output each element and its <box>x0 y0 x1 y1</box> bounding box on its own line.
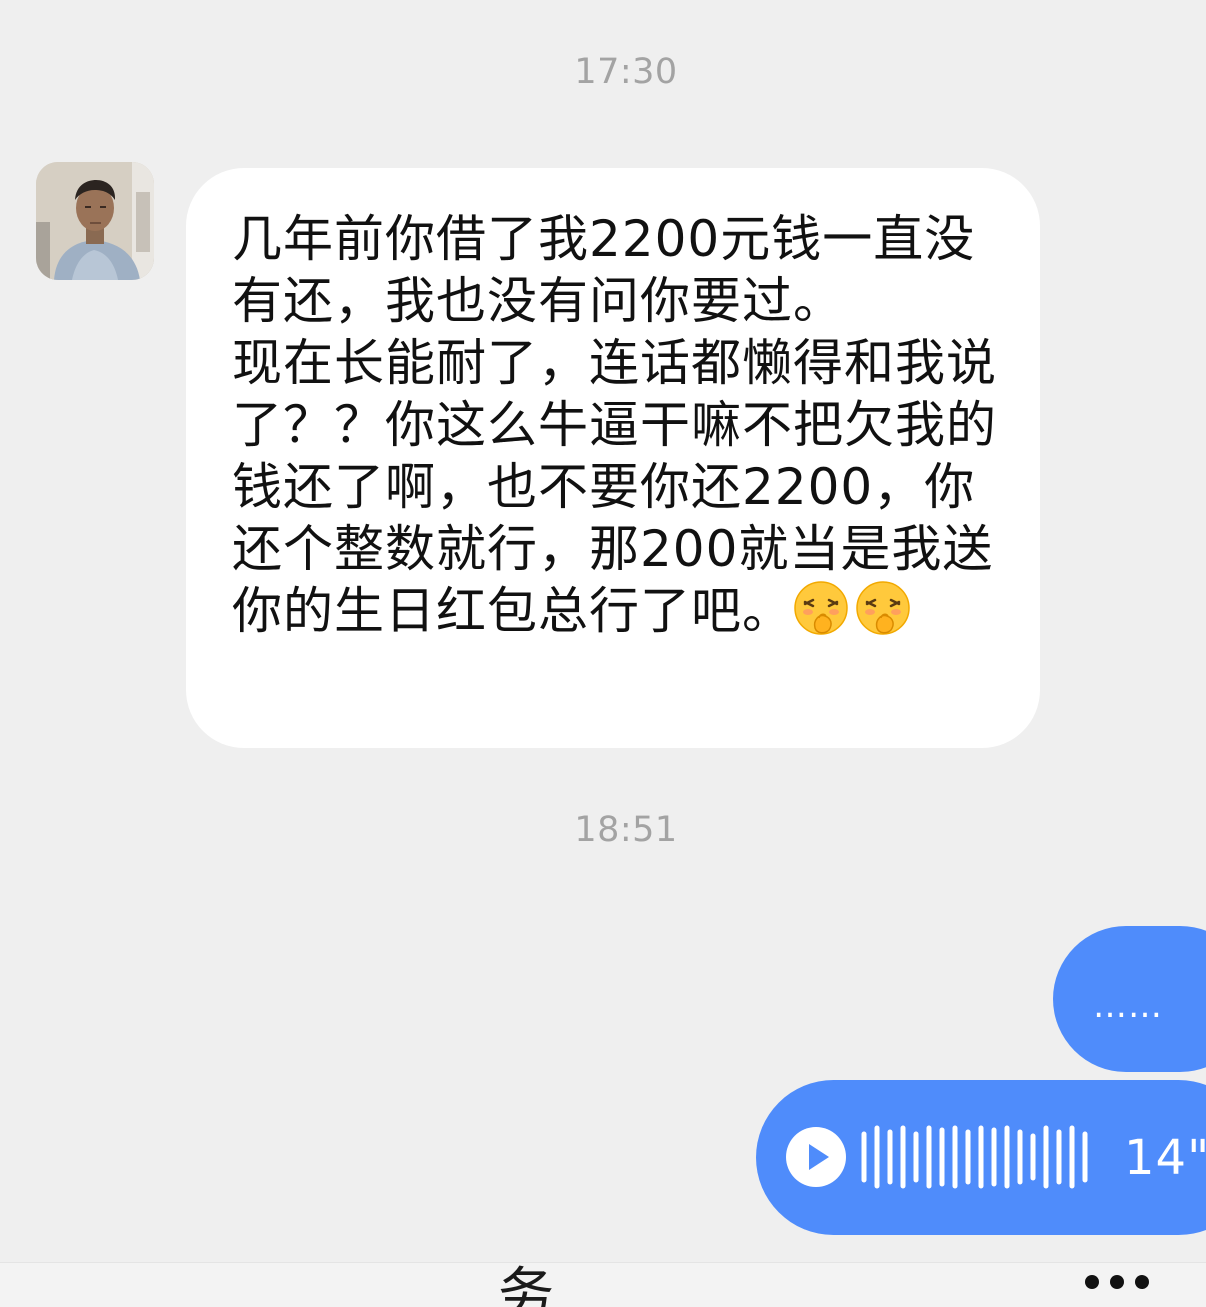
timestamp: 18:51 <box>574 810 678 850</box>
bottom-menu-bar: 务 <box>0 1262 1206 1307</box>
voice-message-bubble[interactable]: 14" <box>756 1080 1206 1235</box>
message-text: 几年前你借了我2200元钱一直没有还，我也没有问你要过。 现在长能耐了，连话都懒… <box>232 210 997 640</box>
voice-duration: 14" <box>1124 1130 1206 1186</box>
more-dots-icon[interactable] <box>1080 1268 1170 1298</box>
menu-label-partial[interactable]: 务 <box>498 1263 554 1307</box>
avatar-photo <box>36 162 154 280</box>
contact-avatar[interactable] <box>36 162 154 280</box>
play-button[interactable] <box>786 1127 846 1187</box>
play-icon <box>809 1144 829 1170</box>
outgoing-message-bubble[interactable]: …… <box>1053 926 1206 1072</box>
voice-waveform-icon <box>861 1125 1088 1189</box>
chat-screen: 17:30 几年前你借了我2200元钱一直没有还，我也没有问你要过。 现在长能耐… <box>0 0 1206 1307</box>
message-text: …… <box>1093 986 1163 1026</box>
incoming-message-bubble[interactable]: 几年前你借了我2200元钱一直没有还，我也没有问你要过。 现在长能耐了，连话都懒… <box>186 168 1040 748</box>
timestamp: 17:30 <box>574 52 678 92</box>
face-with-hand-over-mouth-icon <box>793 580 849 636</box>
face-with-hand-over-mouth-icon <box>855 580 911 636</box>
